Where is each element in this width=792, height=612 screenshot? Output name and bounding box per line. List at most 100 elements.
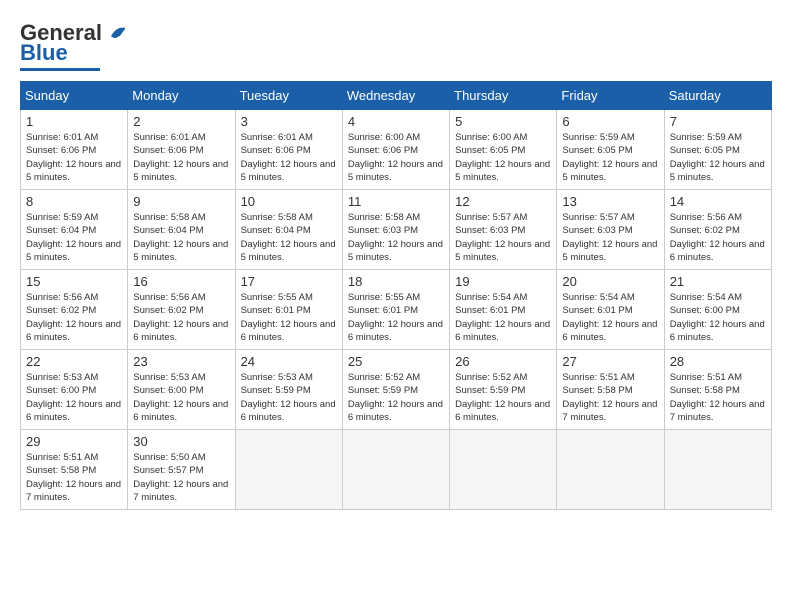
calendar-cell: 5 Sunrise: 6:00 AMSunset: 6:05 PMDayligh… bbox=[450, 110, 557, 190]
day-info: Sunrise: 6:01 AMSunset: 6:06 PMDaylight:… bbox=[26, 132, 121, 183]
day-info: Sunrise: 5:53 AMSunset: 5:59 PMDaylight:… bbox=[241, 372, 336, 423]
day-info: Sunrise: 5:51 AMSunset: 5:58 PMDaylight:… bbox=[562, 372, 657, 423]
day-info: Sunrise: 5:59 AMSunset: 6:05 PMDaylight:… bbox=[562, 132, 657, 183]
day-number: 25 bbox=[348, 354, 444, 369]
calendar-header-monday: Monday bbox=[128, 82, 235, 110]
calendar-cell: 3 Sunrise: 6:01 AMSunset: 6:06 PMDayligh… bbox=[235, 110, 342, 190]
day-number: 17 bbox=[241, 274, 337, 289]
calendar-cell: 25 Sunrise: 5:52 AMSunset: 5:59 PMDaylig… bbox=[342, 350, 449, 430]
calendar-cell: 23 Sunrise: 5:53 AMSunset: 6:00 PMDaylig… bbox=[128, 350, 235, 430]
day-info: Sunrise: 5:58 AMSunset: 6:04 PMDaylight:… bbox=[241, 212, 336, 263]
calendar-cell bbox=[342, 430, 449, 510]
day-info: Sunrise: 5:58 AMSunset: 6:03 PMDaylight:… bbox=[348, 212, 443, 263]
calendar-table: SundayMondayTuesdayWednesdayThursdayFrid… bbox=[20, 81, 772, 510]
calendar-cell: 16 Sunrise: 5:56 AMSunset: 6:02 PMDaylig… bbox=[128, 270, 235, 350]
day-number: 23 bbox=[133, 354, 229, 369]
day-info: Sunrise: 6:01 AMSunset: 6:06 PMDaylight:… bbox=[133, 132, 228, 183]
calendar-cell: 21 Sunrise: 5:54 AMSunset: 6:00 PMDaylig… bbox=[664, 270, 771, 350]
day-number: 24 bbox=[241, 354, 337, 369]
day-number: 3 bbox=[241, 114, 337, 129]
calendar-cell: 10 Sunrise: 5:58 AMSunset: 6:04 PMDaylig… bbox=[235, 190, 342, 270]
day-number: 9 bbox=[133, 194, 229, 209]
day-info: Sunrise: 5:56 AMSunset: 6:02 PMDaylight:… bbox=[26, 292, 121, 343]
calendar-header-row: SundayMondayTuesdayWednesdayThursdayFrid… bbox=[21, 82, 772, 110]
calendar-cell: 1 Sunrise: 6:01 AMSunset: 6:06 PMDayligh… bbox=[21, 110, 128, 190]
day-info: Sunrise: 5:56 AMSunset: 6:02 PMDaylight:… bbox=[133, 292, 228, 343]
day-number: 1 bbox=[26, 114, 122, 129]
logo: General Blue bbox=[20, 20, 125, 71]
day-info: Sunrise: 5:53 AMSunset: 6:00 PMDaylight:… bbox=[26, 372, 121, 423]
day-number: 30 bbox=[133, 434, 229, 449]
calendar-cell: 24 Sunrise: 5:53 AMSunset: 5:59 PMDaylig… bbox=[235, 350, 342, 430]
day-number: 19 bbox=[455, 274, 551, 289]
day-info: Sunrise: 5:55 AMSunset: 6:01 PMDaylight:… bbox=[348, 292, 443, 343]
calendar-cell: 18 Sunrise: 5:55 AMSunset: 6:01 PMDaylig… bbox=[342, 270, 449, 350]
day-info: Sunrise: 5:58 AMSunset: 6:04 PMDaylight:… bbox=[133, 212, 228, 263]
day-info: Sunrise: 5:54 AMSunset: 6:01 PMDaylight:… bbox=[455, 292, 550, 343]
day-info: Sunrise: 6:00 AMSunset: 6:06 PMDaylight:… bbox=[348, 132, 443, 183]
calendar-cell: 15 Sunrise: 5:56 AMSunset: 6:02 PMDaylig… bbox=[21, 270, 128, 350]
day-number: 18 bbox=[348, 274, 444, 289]
day-number: 22 bbox=[26, 354, 122, 369]
day-number: 16 bbox=[133, 274, 229, 289]
calendar-cell: 17 Sunrise: 5:55 AMSunset: 6:01 PMDaylig… bbox=[235, 270, 342, 350]
day-number: 20 bbox=[562, 274, 658, 289]
calendar-week-5: 29 Sunrise: 5:51 AMSunset: 5:58 PMDaylig… bbox=[21, 430, 772, 510]
day-number: 15 bbox=[26, 274, 122, 289]
day-info: Sunrise: 5:52 AMSunset: 5:59 PMDaylight:… bbox=[348, 372, 443, 423]
calendar-header-tuesday: Tuesday bbox=[235, 82, 342, 110]
calendar-week-2: 8 Sunrise: 5:59 AMSunset: 6:04 PMDayligh… bbox=[21, 190, 772, 270]
calendar-cell: 7 Sunrise: 5:59 AMSunset: 6:05 PMDayligh… bbox=[664, 110, 771, 190]
day-info: Sunrise: 5:50 AMSunset: 5:57 PMDaylight:… bbox=[133, 452, 228, 503]
calendar-cell: 2 Sunrise: 6:01 AMSunset: 6:06 PMDayligh… bbox=[128, 110, 235, 190]
calendar-header-thursday: Thursday bbox=[450, 82, 557, 110]
calendar-cell: 27 Sunrise: 5:51 AMSunset: 5:58 PMDaylig… bbox=[557, 350, 664, 430]
calendar-cell: 26 Sunrise: 5:52 AMSunset: 5:59 PMDaylig… bbox=[450, 350, 557, 430]
day-number: 14 bbox=[670, 194, 766, 209]
calendar-cell bbox=[664, 430, 771, 510]
day-info: Sunrise: 5:51 AMSunset: 5:58 PMDaylight:… bbox=[670, 372, 765, 423]
day-number: 6 bbox=[562, 114, 658, 129]
day-info: Sunrise: 5:53 AMSunset: 6:00 PMDaylight:… bbox=[133, 372, 228, 423]
day-info: Sunrise: 5:54 AMSunset: 6:01 PMDaylight:… bbox=[562, 292, 657, 343]
day-info: Sunrise: 5:52 AMSunset: 5:59 PMDaylight:… bbox=[455, 372, 550, 423]
calendar-header-wednesday: Wednesday bbox=[342, 82, 449, 110]
day-number: 8 bbox=[26, 194, 122, 209]
day-info: Sunrise: 5:55 AMSunset: 6:01 PMDaylight:… bbox=[241, 292, 336, 343]
calendar-cell: 22 Sunrise: 5:53 AMSunset: 6:00 PMDaylig… bbox=[21, 350, 128, 430]
day-number: 4 bbox=[348, 114, 444, 129]
calendar-cell: 13 Sunrise: 5:57 AMSunset: 6:03 PMDaylig… bbox=[557, 190, 664, 270]
logo-bird-icon bbox=[103, 22, 125, 44]
calendar-cell bbox=[235, 430, 342, 510]
calendar-cell: 29 Sunrise: 5:51 AMSunset: 5:58 PMDaylig… bbox=[21, 430, 128, 510]
day-number: 26 bbox=[455, 354, 551, 369]
day-number: 11 bbox=[348, 194, 444, 209]
calendar-cell bbox=[557, 430, 664, 510]
calendar-week-1: 1 Sunrise: 6:01 AMSunset: 6:06 PMDayligh… bbox=[21, 110, 772, 190]
day-info: Sunrise: 5:54 AMSunset: 6:00 PMDaylight:… bbox=[670, 292, 765, 343]
logo-blue: Blue bbox=[20, 40, 68, 66]
day-number: 5 bbox=[455, 114, 551, 129]
day-info: Sunrise: 6:00 AMSunset: 6:05 PMDaylight:… bbox=[455, 132, 550, 183]
logo-underline bbox=[20, 68, 100, 71]
day-info: Sunrise: 5:51 AMSunset: 5:58 PMDaylight:… bbox=[26, 452, 121, 503]
calendar-cell: 28 Sunrise: 5:51 AMSunset: 5:58 PMDaylig… bbox=[664, 350, 771, 430]
calendar-cell: 9 Sunrise: 5:58 AMSunset: 6:04 PMDayligh… bbox=[128, 190, 235, 270]
day-info: Sunrise: 5:57 AMSunset: 6:03 PMDaylight:… bbox=[562, 212, 657, 263]
calendar-cell: 19 Sunrise: 5:54 AMSunset: 6:01 PMDaylig… bbox=[450, 270, 557, 350]
calendar-header-saturday: Saturday bbox=[664, 82, 771, 110]
calendar-cell bbox=[450, 430, 557, 510]
calendar-header-friday: Friday bbox=[557, 82, 664, 110]
day-info: Sunrise: 5:59 AMSunset: 6:04 PMDaylight:… bbox=[26, 212, 121, 263]
day-number: 10 bbox=[241, 194, 337, 209]
calendar-cell: 30 Sunrise: 5:50 AMSunset: 5:57 PMDaylig… bbox=[128, 430, 235, 510]
calendar-cell: 12 Sunrise: 5:57 AMSunset: 6:03 PMDaylig… bbox=[450, 190, 557, 270]
calendar-cell: 4 Sunrise: 6:00 AMSunset: 6:06 PMDayligh… bbox=[342, 110, 449, 190]
day-number: 13 bbox=[562, 194, 658, 209]
day-info: Sunrise: 6:01 AMSunset: 6:06 PMDaylight:… bbox=[241, 132, 336, 183]
day-number: 12 bbox=[455, 194, 551, 209]
calendar-cell: 11 Sunrise: 5:58 AMSunset: 6:03 PMDaylig… bbox=[342, 190, 449, 270]
day-number: 28 bbox=[670, 354, 766, 369]
day-info: Sunrise: 5:59 AMSunset: 6:05 PMDaylight:… bbox=[670, 132, 765, 183]
day-number: 29 bbox=[26, 434, 122, 449]
